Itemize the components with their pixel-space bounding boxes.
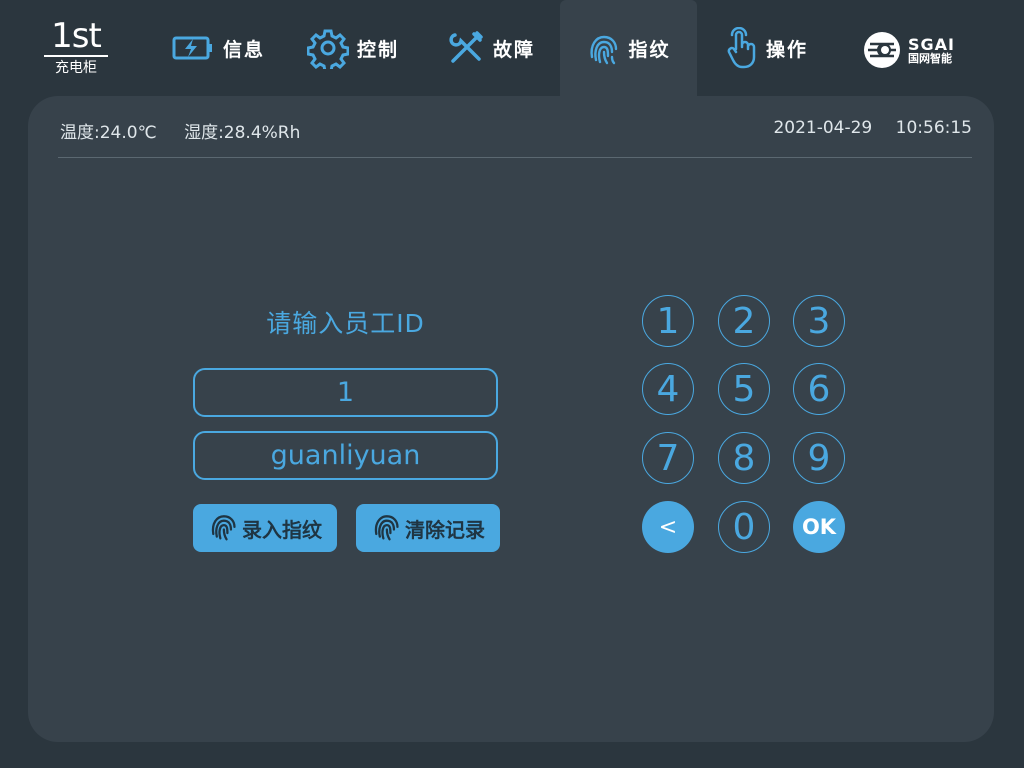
humidity-readout: 湿度:28.4%Rh <box>184 123 301 143</box>
logo-subtitle: 充电柜 <box>55 60 97 76</box>
hand-pointer-icon <box>724 27 758 69</box>
sgai-emblem-icon <box>862 30 902 74</box>
employee-id-prompt: 请输入员工ID <box>266 309 425 338</box>
tab-operation[interactable]: 操作 <box>716 0 816 96</box>
sgai-brand-logo: SGAI 国网智能 <box>862 30 955 74</box>
logo-title: 1st <box>44 18 108 57</box>
keypad-key-5[interactable]: 5 <box>718 363 770 415</box>
keypad-backspace-button[interactable]: < <box>642 501 694 553</box>
employee-id-field[interactable]: 1 <box>193 368 498 417</box>
tab-fingerprint[interactable]: 指纹 <box>560 0 697 96</box>
tab-control[interactable]: 控制 <box>298 0 408 96</box>
employee-name-field[interactable]: guanliyuan <box>193 431 498 480</box>
tab-fault-label: 故障 <box>492 38 535 61</box>
clear-records-label: 清除记录 <box>405 517 485 542</box>
keypad-key-6[interactable]: 6 <box>793 363 845 415</box>
keypad-key-9[interactable]: 9 <box>793 432 845 484</box>
brand-name-cn: 国网智能 <box>908 52 952 65</box>
tab-info[interactable]: 信息 <box>158 0 278 96</box>
battery-charging-icon <box>171 33 215 63</box>
fingerprint-icon <box>586 31 620 65</box>
tab-fault[interactable]: 故障 <box>438 0 544 96</box>
top-nav-bar: 1st 充电柜 信息 控制 故障 指纹 操作 SGAI 国网智能 <box>0 0 1024 96</box>
keypad-key-1[interactable]: 1 <box>642 295 694 347</box>
tab-fingerprint-label: 指纹 <box>628 38 671 61</box>
app-logo: 1st 充电柜 <box>44 18 108 77</box>
keypad-key-0[interactable]: 0 <box>718 501 770 553</box>
keypad-key-3[interactable]: 3 <box>793 295 845 347</box>
keypad-key-7[interactable]: 7 <box>642 432 694 484</box>
clear-records-button[interactable]: 清除记录 <box>356 504 500 552</box>
wrench-screwdriver-icon <box>447 29 485 67</box>
keypad-key-8[interactable]: 8 <box>718 432 770 484</box>
status-bar: 温度:24.0℃ 湿度:28.4%Rh 2021-04-29 10:56:15 <box>60 118 972 143</box>
keypad-key-4[interactable]: 4 <box>642 363 694 415</box>
temperature-readout: 温度:24.0℃ <box>60 123 157 143</box>
status-divider <box>58 157 972 158</box>
tab-control-label: 控制 <box>356 38 399 61</box>
enroll-fingerprint-label: 录入指纹 <box>242 517 322 542</box>
brand-name-en: SGAI <box>908 35 955 54</box>
main-panel: 温度:24.0℃ 湿度:28.4%Rh 2021-04-29 10:56:15 … <box>28 96 994 742</box>
gear-icon <box>306 27 349 69</box>
keypad-key-2[interactable]: 2 <box>718 295 770 347</box>
fingerprint-icon <box>208 511 238 546</box>
tab-operation-label: 操作 <box>765 38 808 61</box>
tab-info-label: 信息 <box>222 38 265 61</box>
time-readout: 10:56:15 <box>895 118 972 138</box>
enroll-fingerprint-button[interactable]: 录入指纹 <box>193 504 337 552</box>
fingerprint-icon <box>371 511 401 546</box>
keypad-ok-button[interactable]: OK <box>793 501 845 553</box>
date-readout: 2021-04-29 <box>773 118 873 138</box>
